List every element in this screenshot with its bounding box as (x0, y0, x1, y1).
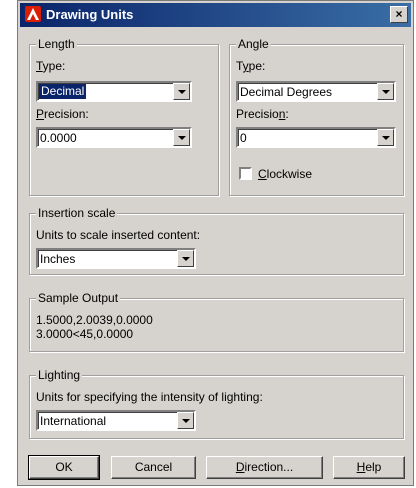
dropdown-arrow-icon[interactable] (173, 83, 190, 100)
angle-legend: Angle (236, 37, 271, 51)
direction-button[interactable]: Direction... (206, 456, 323, 479)
angle-group: Angle Type: Decimal Degrees Precision: 0… (229, 37, 404, 196)
help-button[interactable]: Help (333, 456, 405, 479)
cancel-button[interactable]: Cancel (111, 456, 196, 479)
lighting-group: Lighting Units for specifying the intens… (29, 368, 404, 439)
length-precision-label: Precision: (36, 107, 89, 121)
ok-button[interactable]: OK (28, 455, 100, 480)
dropdown-arrow-icon[interactable] (177, 250, 194, 267)
length-type-value: Decimal (39, 84, 87, 99)
length-legend: Length (36, 37, 77, 51)
insertion-legend: Insertion scale (36, 206, 118, 220)
dropdown-arrow-icon[interactable] (173, 129, 190, 146)
angle-type-select[interactable]: Decimal Degrees (236, 81, 396, 102)
angle-precision-label: Precision: (236, 107, 289, 121)
dropdown-arrow-icon[interactable] (377, 129, 394, 146)
sample-output-group: Sample Output 1.5000,2.0039,0.0000 3.000… (29, 291, 404, 352)
angle-type-label: Type: (236, 59, 266, 73)
insertion-label: Units to scale inserted content: (36, 228, 201, 242)
angle-precision-value: 0 (240, 131, 247, 145)
length-precision-select[interactable]: 0.0000 (36, 127, 192, 148)
lighting-units-value: International (40, 414, 107, 428)
length-type-label: Type: (36, 59, 66, 73)
close-icon[interactable]: × (390, 6, 408, 23)
length-type-select[interactable]: Decimal (36, 81, 192, 102)
length-group: Length Type: Decimal Precision: 0.0000 (29, 37, 219, 196)
autocad-logo-icon (25, 6, 41, 22)
lighting-label: Units for specifying the intensity of li… (36, 390, 263, 404)
drawing-units-dialog: Drawing Units × Length Type: Decimal Pre… (17, 0, 414, 486)
clockwise-checkbox[interactable] (239, 167, 252, 180)
window-title: Drawing Units (46, 7, 134, 22)
insertion-units-value: Inches (40, 252, 76, 266)
lighting-units-select[interactable]: International (36, 410, 196, 431)
title-bar[interactable]: Drawing Units × (20, 3, 411, 27)
insertion-scale-group: Insertion scale Units to scale inserted … (29, 206, 404, 275)
sample-line-1: 1.5000,2.0039,0.0000 (36, 313, 153, 327)
dropdown-arrow-icon[interactable] (177, 412, 194, 429)
angle-precision-select[interactable]: 0 (236, 127, 396, 148)
dropdown-arrow-icon[interactable] (377, 83, 394, 100)
lighting-legend: Lighting (36, 368, 83, 382)
clockwise-label[interactable]: Clockwise (258, 167, 312, 181)
angle-type-value: Decimal Degrees (240, 85, 333, 99)
sample-line-2: 3.0000<45,0.0000 (36, 327, 134, 341)
length-precision-value: 0.0000 (40, 131, 77, 145)
insertion-units-select[interactable]: Inches (36, 248, 196, 269)
sample-legend: Sample Output (36, 291, 121, 305)
